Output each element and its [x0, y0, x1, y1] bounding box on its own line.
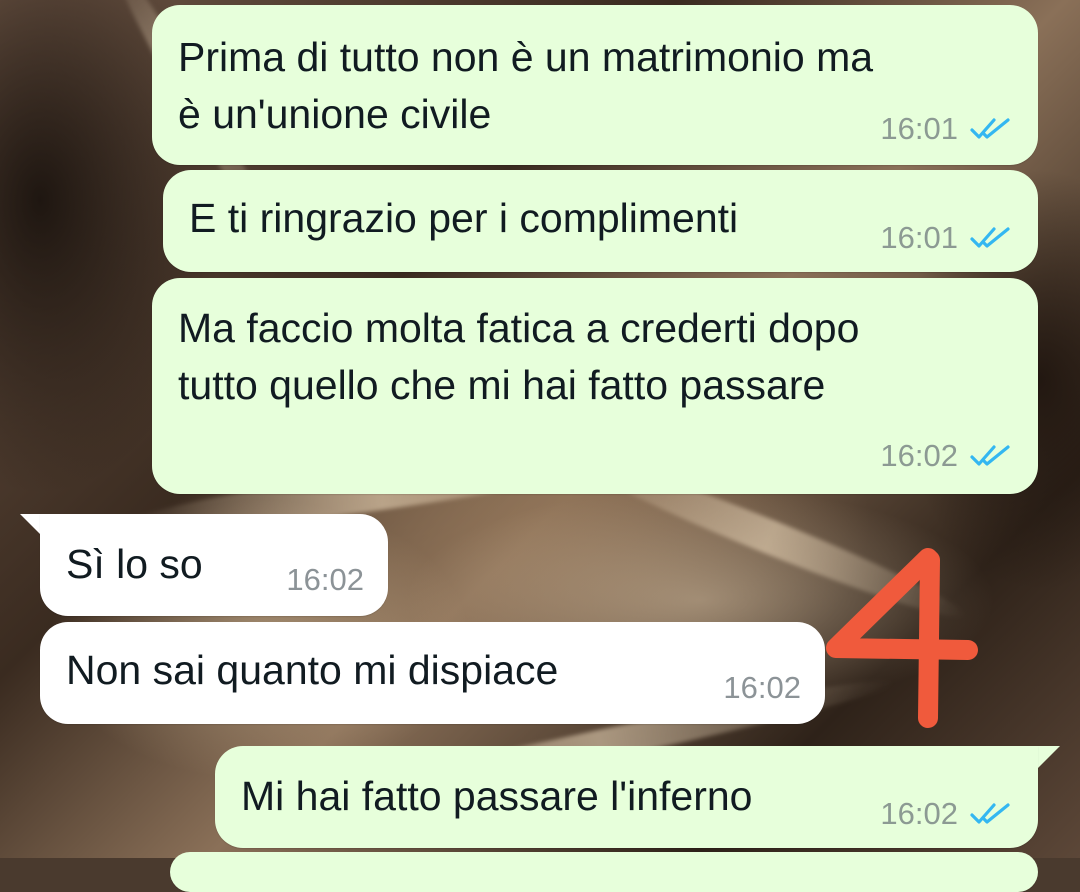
message-meta: 16:02 [880, 796, 1014, 832]
message-time: 16:01 [880, 220, 958, 255]
message-bubble-outgoing-partial[interactable] [170, 852, 1038, 892]
message-bubble-incoming[interactable]: Non sai quanto mi dispiace 16:02 [40, 622, 825, 724]
double-check-read-icon [970, 445, 1010, 466]
message-time: 16:02 [723, 670, 801, 705]
message-text: Ma faccio molta fatica a crederti dopo t… [178, 305, 860, 408]
message-bubble-incoming[interactable]: Sì lo so 16:02 [40, 514, 388, 616]
handwritten-number-annotation [826, 548, 978, 728]
message-time: 16:01 [880, 111, 958, 146]
message-meta: 16:02 [880, 438, 1014, 474]
message-bubble-outgoing[interactable]: E ti ringrazio per i complimenti 16:01 [163, 170, 1038, 272]
message-meta: 16:01 [880, 111, 1014, 147]
message-text: Sì lo so [66, 541, 203, 587]
message-meta: 16:02 [723, 670, 801, 706]
message-text: Mi hai fatto passare l'inferno [241, 773, 753, 819]
message-time: 16:02 [286, 562, 364, 597]
message-time: 16:02 [880, 796, 958, 831]
message-bubble-outgoing[interactable]: Ma faccio molta fatica a crederti dopo t… [152, 278, 1038, 494]
message-text: Prima di tutto non è un matrimonio ma è … [178, 34, 874, 137]
message-time: 16:02 [880, 438, 958, 473]
message-bubble-outgoing[interactable]: Prima di tutto non è un matrimonio ma è … [152, 5, 1038, 165]
message-text: E ti ringrazio per i complimenti [189, 195, 739, 241]
message-meta: 16:01 [880, 220, 1014, 256]
double-check-read-icon [970, 118, 1010, 139]
double-check-read-icon [970, 803, 1010, 824]
message-text: Non sai quanto mi dispiace [66, 647, 559, 693]
double-check-read-icon [970, 227, 1010, 248]
message-bubble-outgoing[interactable]: Mi hai fatto passare l'inferno 16:02 [215, 746, 1038, 848]
message-meta: 16:02 [286, 562, 364, 598]
